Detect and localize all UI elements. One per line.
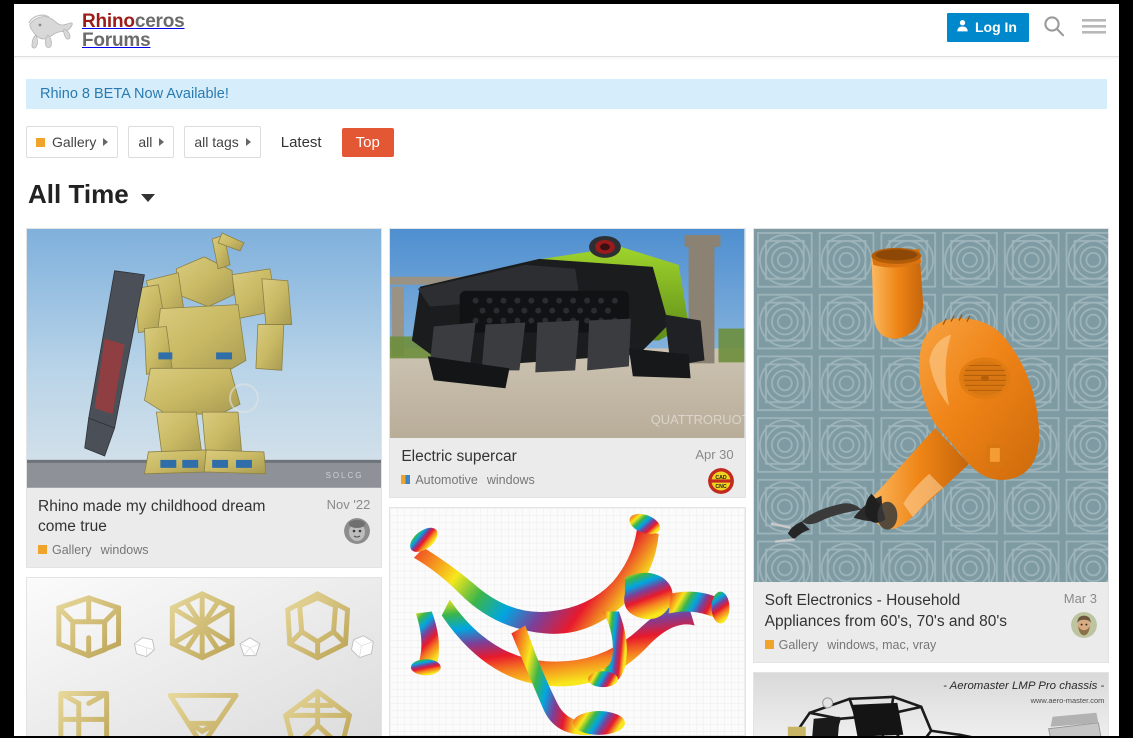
- topic-category-label: Automotive: [415, 472, 478, 487]
- login-button-label: Log In: [975, 19, 1017, 35]
- caret-right-icon: [103, 138, 109, 146]
- login-button[interactable]: Log In: [947, 12, 1029, 42]
- topic-card[interactable]: [389, 507, 746, 736]
- topic-category[interactable]: Gallery: [764, 637, 819, 652]
- topic-card-body: Soft Electronics - Household Appliances …: [753, 582, 1108, 662]
- topic-title[interactable]: Soft Electronics - Household Appliances …: [765, 591, 1097, 632]
- category-swatch-icon: [401, 475, 411, 485]
- avatar-bearded-man: [1070, 612, 1097, 639]
- search-icon: [1042, 14, 1066, 41]
- topic-thumbnail[interactable]: [390, 508, 745, 735]
- wooden-polyhedra-frames: [27, 577, 382, 736]
- page-root: Rhinoceros Forums Log In Rhino 8 BETA No…: [14, 4, 1119, 736]
- search-button[interactable]: [1039, 12, 1069, 42]
- orange-retro-hair-dryer: [753, 229, 1108, 583]
- topic-card-body: Electric supercar Automotive windows Apr…: [390, 438, 745, 497]
- chassis-subcaption: www.aero-master.com: [1029, 695, 1104, 704]
- avatar-cad-cnc-logo: CAD CNC: [707, 468, 734, 494]
- svg-text:CNC: CNC: [715, 484, 726, 490]
- topic-tags[interactable]: windows, mac, vray: [827, 638, 936, 652]
- logo-word-ceros: ceros: [134, 10, 185, 32]
- svg-text:QUATTRORUOTE: QUATTRORUOTE: [651, 412, 745, 427]
- topic-thumbnail[interactable]: SOLCG: [27, 229, 382, 488]
- topic-category-label: Gallery: [52, 542, 92, 557]
- topic-meta: Gallery windows: [38, 543, 370, 557]
- topic-title[interactable]: Rhino made my childhood dream come true: [38, 497, 370, 538]
- topic-category[interactable]: Automotive: [401, 473, 478, 487]
- avatar-baby-face: [344, 517, 371, 544]
- topic-date: Apr 30: [695, 447, 734, 462]
- category-dropdown[interactable]: Gallery: [26, 126, 119, 158]
- avatar[interactable]: [344, 517, 371, 544]
- hamburger-menu-button[interactable]: [1079, 12, 1109, 42]
- topic-tags[interactable]: windows: [487, 473, 535, 487]
- topic-thumbnail[interactable]: - Aeromaster LMP Pro chassis - www.aero-…: [753, 672, 1108, 736]
- green-black-supercar-rear-diffuser: QUATTRORUOTE: [390, 229, 745, 438]
- avatar[interactable]: [1070, 612, 1097, 639]
- svg-text:SOLCG: SOLCG: [326, 471, 364, 480]
- site-logo[interactable]: Rhinoceros Forums: [26, 9, 185, 53]
- topic-date: Mar 3: [1063, 591, 1097, 607]
- category-dropdown-label: Gallery: [52, 134, 97, 150]
- caret-right-icon: [245, 138, 251, 146]
- logo-word-rhino: Rhino: [82, 10, 135, 32]
- category-swatch-icon: [36, 137, 45, 147]
- caret-down-icon: [140, 193, 155, 202]
- user-icon: [956, 19, 969, 35]
- filter-bar: Gallery all all tags Latest Top: [26, 126, 1119, 158]
- topic-card[interactable]: SOLCG Rhino made my childhood dream come…: [26, 228, 383, 568]
- caret-right-icon: [159, 138, 165, 146]
- topic-card[interactable]: QUATTRORUOTE Electric supercar Automotiv…: [389, 228, 746, 498]
- topic-tags[interactable]: windows: [101, 543, 149, 557]
- hamburger-menu-icon: [1081, 16, 1107, 39]
- logo-word-forums: Forums: [82, 30, 151, 51]
- category-swatch-icon: [38, 545, 47, 555]
- chassis-caption: - Aeromaster LMP Pro chassis -: [943, 679, 1104, 691]
- tags-dropdown-label: all tags: [194, 134, 239, 150]
- topic-card[interactable]: - Aeromaster LMP Pro chassis - www.aero-…: [752, 671, 1109, 736]
- svg-text:CAD: CAD: [715, 475, 726, 481]
- avatar[interactable]: CAD CNC: [707, 468, 734, 494]
- category-swatch-icon: [764, 640, 774, 650]
- page-title: All Time: [28, 179, 129, 209]
- scope-dropdown-label: all: [138, 134, 153, 150]
- site-logo-text: Rhinoceros Forums: [82, 10, 185, 51]
- announcement-banner: Rhino 8 BETA Now Available!: [26, 79, 1107, 109]
- topic-card[interactable]: [26, 576, 383, 736]
- header-actions: Log In: [947, 12, 1109, 42]
- topic-thumbnail[interactable]: QUATTRORUOTE: [390, 229, 745, 438]
- tab-top[interactable]: Top: [341, 127, 394, 157]
- announcement-banner-link[interactable]: Rhino 8 BETA Now Available!: [40, 86, 229, 102]
- topic-card-body: Rhino made my childhood dream come true …: [27, 487, 382, 567]
- browser-frame: Rhinoceros Forums Log In Rhino 8 BETA No…: [0, 0, 1133, 738]
- topic-date: Nov '22: [326, 496, 371, 512]
- topic-thumbnail[interactable]: [27, 577, 382, 736]
- topic-card[interactable]: Soft Electronics - Household Appliances …: [752, 228, 1109, 663]
- scope-dropdown[interactable]: all: [128, 126, 175, 158]
- topic-category[interactable]: Gallery: [38, 543, 92, 557]
- site-header: Rhinoceros Forums Log In: [14, 4, 1119, 57]
- topic-title[interactable]: Electric supercar: [401, 447, 733, 468]
- topic-meta: Gallery windows, mac, vray: [764, 637, 1097, 652]
- yellow-mecha-robot-render: SOLCG: [27, 229, 382, 488]
- aeromaster-lmp-pro-chassis: - Aeromaster LMP Pro chassis - www.aero-…: [753, 672, 1108, 736]
- topic-category-label: Gallery: [778, 637, 819, 652]
- topic-thumbnail[interactable]: [753, 229, 1108, 583]
- tab-latest[interactable]: Latest: [271, 129, 332, 156]
- topic-grid: SOLCG Rhino made my childhood dream come…: [14, 228, 1119, 736]
- topic-meta: Automotive windows: [401, 473, 733, 487]
- tags-dropdown[interactable]: all tags: [184, 126, 261, 158]
- rhinoceros-logo-icon: [26, 11, 78, 51]
- period-selector[interactable]: All Time: [28, 179, 155, 210]
- rainbow-striped-minimal-surface: [390, 508, 745, 735]
